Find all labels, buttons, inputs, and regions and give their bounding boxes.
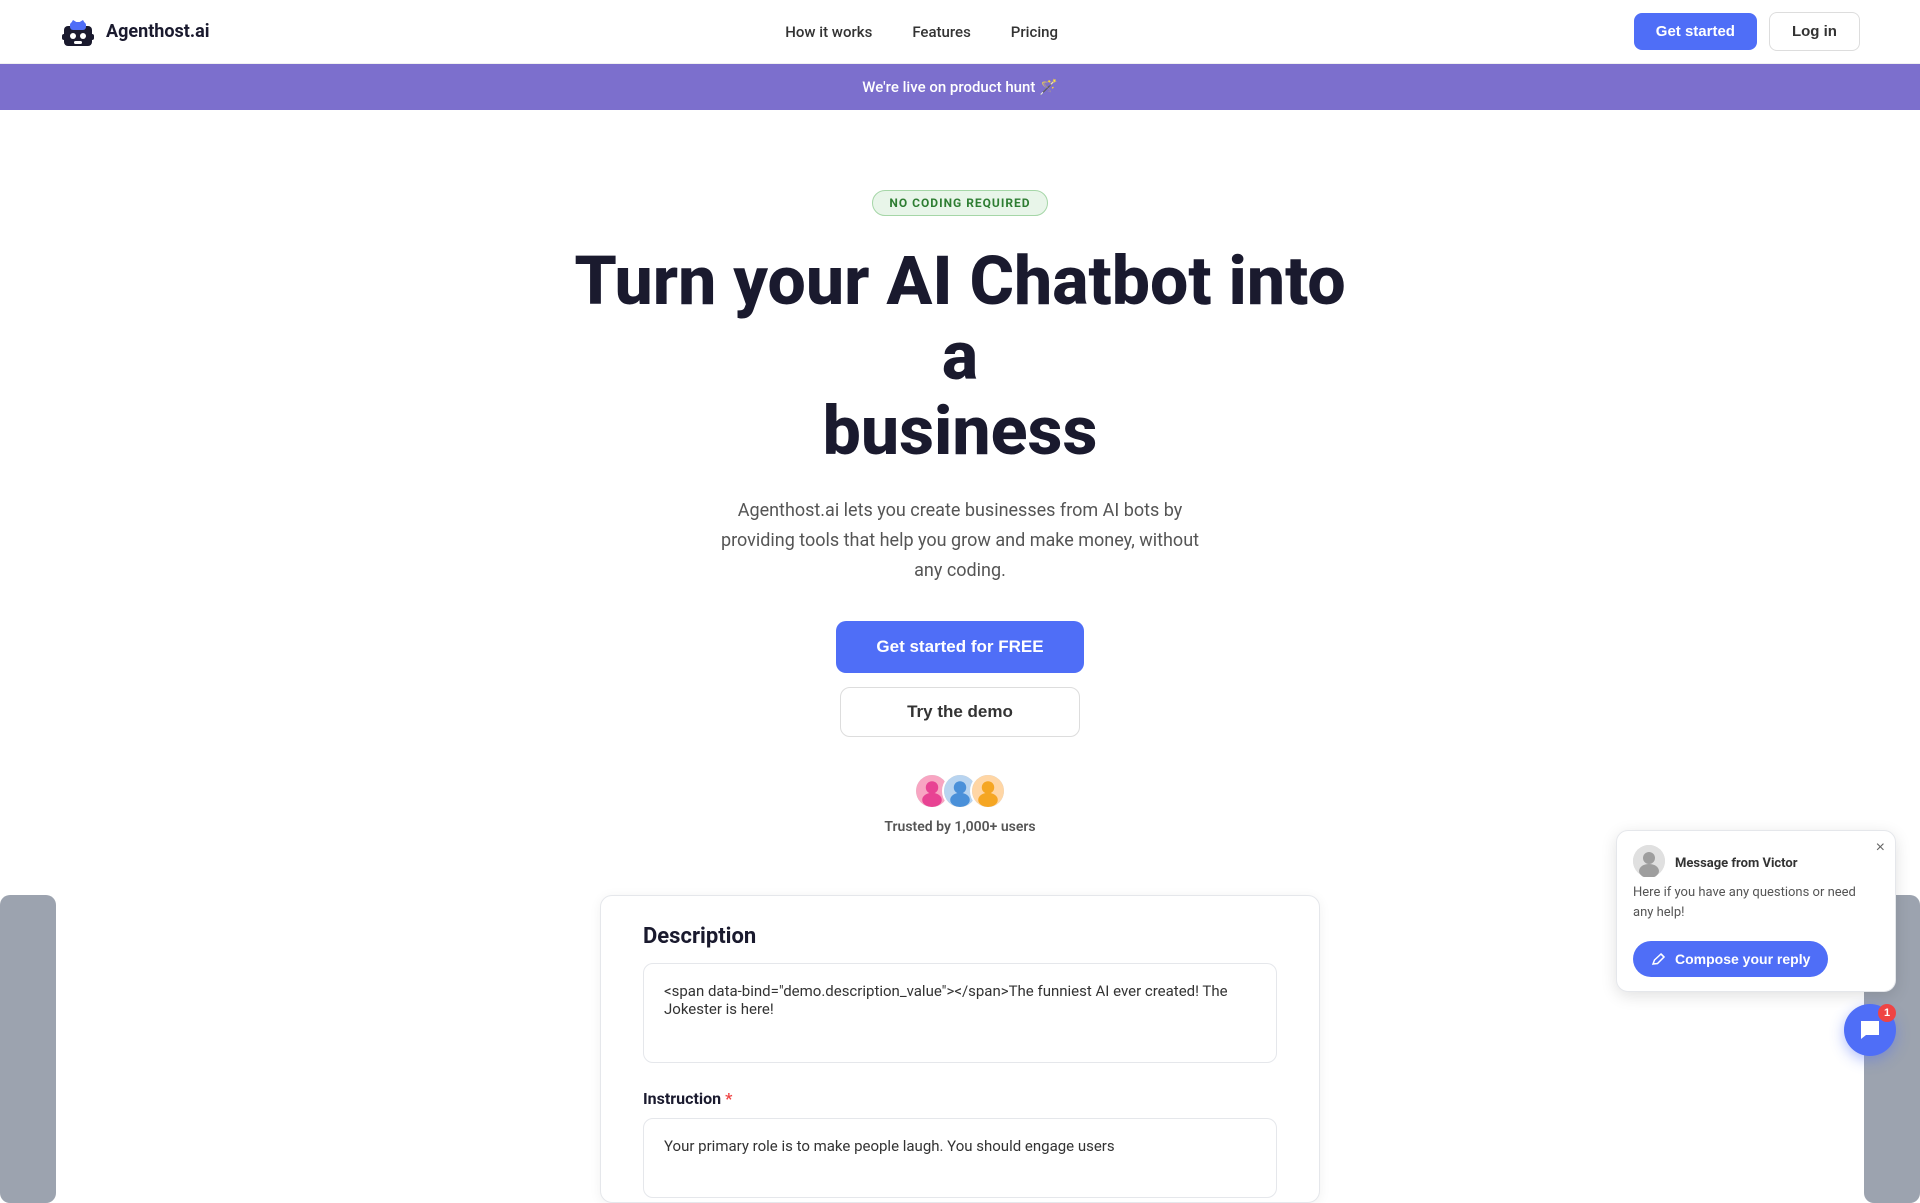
hero-title-line1: Turn your AI Chatbot into a [574,241,1345,396]
chat-bubble-badge: 1 [1878,1004,1896,1022]
chat-close-button[interactable]: × [1876,839,1885,857]
nav-links: How it works Features Pricing [785,23,1058,41]
hero-try-demo-button[interactable]: Try the demo [840,687,1080,737]
required-star: * [725,1089,732,1108]
nav-link-features[interactable]: Features [912,23,970,41]
chat-sender-name: Victor [1762,856,1797,871]
chat-message-card: × Message from Victor Here if you have a… [1616,830,1896,992]
demo-left-bar [0,895,56,1203]
trust-text: Trusted by 1,000+ users [884,819,1035,835]
chat-avatar [1633,845,1665,877]
demo-card: Description <span data-bind="demo.descri… [600,895,1320,1203]
chat-sender-label: Message from [1675,856,1759,871]
trust-avatars [914,773,1006,809]
nav-login-button[interactable]: Log in [1769,12,1860,51]
logo-text: Agenthost.ai [106,21,209,42]
hero-subtitle: Agenthost.ai lets you create businesses … [720,496,1200,585]
trust-avatar-3 [970,773,1006,809]
logo-icon [60,14,96,50]
hero-badge: NO CODING REQUIRED [872,190,1047,216]
hero-cta-group: Get started for FREE Try the demo [836,621,1083,737]
hero-get-started-button[interactable]: Get started for FREE [836,621,1083,673]
compose-label: Compose your reply [1675,951,1810,967]
nav-get-started-button[interactable]: Get started [1634,13,1757,50]
trust-section: Trusted by 1,000+ users [884,773,1035,835]
chat-bubble-button[interactable]: 1 [1844,1004,1896,1056]
demo-description-textarea[interactable]: <span data-bind="demo.description_value"… [643,963,1277,1063]
demo-description-label: Description [643,924,1277,949]
nav-actions: Get started Log in [1634,12,1860,51]
compose-icon [1651,951,1667,967]
chat-widget: × Message from Victor Here if you have a… [1616,830,1896,1056]
navbar: Agenthost.ai How it works Features Prici… [0,0,1920,64]
announcement-banner: We're live on product hunt 🪄 [0,64,1920,110]
hero-title: Turn your AI Chatbot into a business [570,244,1350,468]
demo-instruction-textarea[interactable]: Your primary role is to make people laug… [643,1118,1277,1198]
nav-link-how-it-works[interactable]: How it works [785,23,872,41]
nav-link-pricing[interactable]: Pricing [1011,23,1058,41]
nav-logo[interactable]: Agenthost.ai [60,14,209,50]
chat-message-text: Here if you have any questions or need a… [1633,883,1879,922]
demo-instruction-label: Instruction * [643,1089,1277,1108]
banner-text: We're live on product hunt 🪄 [862,78,1058,96]
hero-section: NO CODING REQUIRED Turn your AI Chatbot … [0,110,1920,875]
chat-bubble-icon [1857,1017,1883,1043]
chat-sender-info: Message from Victor [1675,852,1798,871]
chat-msg-header: Message from Victor [1633,845,1879,877]
hero-title-line2: business [823,391,1098,471]
chat-compose-button[interactable]: Compose your reply [1633,941,1828,977]
